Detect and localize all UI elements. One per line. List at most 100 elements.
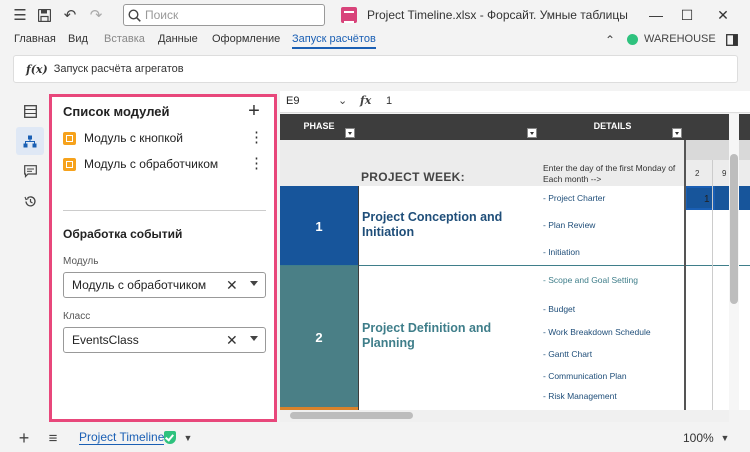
module-field-label: Модуль bbox=[63, 256, 99, 267]
dropdown-caret-icon[interactable] bbox=[250, 336, 258, 341]
connection-status[interactable]: WAREHOUSE bbox=[627, 33, 716, 45]
close-icon[interactable]: ✕ bbox=[713, 5, 733, 25]
search-icon bbox=[128, 8, 141, 22]
module-select[interactable]: Модуль с обработчиком ✕ bbox=[63, 272, 266, 298]
search-box[interactable] bbox=[123, 4, 325, 26]
bottom-bar: + ≡ Project Timeline ▼ 100% ▼ bbox=[0, 424, 750, 452]
dropdown-caret-icon[interactable] bbox=[250, 281, 258, 286]
more-options-icon[interactable]: ⋮ bbox=[249, 128, 264, 146]
formula-bar: E9 ⌄ fx 1 bbox=[280, 91, 750, 113]
save-icon[interactable] bbox=[34, 5, 54, 25]
undo-icon[interactable]: ↶ bbox=[60, 5, 80, 25]
class-field-label: Класс bbox=[63, 311, 91, 322]
phase-detail[interactable]: - Work Breakdown Schedule bbox=[543, 327, 651, 337]
module-label: Модуль с обработчиком bbox=[84, 157, 219, 171]
minimize-icon[interactable]: — bbox=[646, 5, 666, 25]
menu-insert[interactable]: Вставка bbox=[104, 33, 145, 45]
table-view-icon[interactable] bbox=[16, 97, 44, 125]
panel-divider bbox=[63, 210, 266, 211]
column-divider bbox=[358, 186, 359, 410]
phase-detail[interactable]: - Risk Management bbox=[543, 391, 617, 401]
zoom-caret-icon[interactable]: ▼ bbox=[715, 428, 735, 448]
redo-icon[interactable]: ↷ bbox=[86, 5, 106, 25]
formula-input[interactable]: 1 bbox=[386, 95, 392, 107]
maximize-icon[interactable]: ☐ bbox=[677, 5, 697, 25]
zoom-level[interactable]: 100% bbox=[683, 431, 714, 445]
horizontal-scrollbar[interactable] bbox=[280, 410, 729, 422]
title-bar: ☰ ↶ ↷ Project Timeline.xlsx - Форсайт. У… bbox=[0, 0, 750, 30]
class-select-value: EventsClass bbox=[72, 333, 139, 347]
vertical-scroll-thumb[interactable] bbox=[730, 154, 738, 304]
blank-header[interactable] bbox=[358, 114, 540, 140]
phase-detail[interactable]: - Initiation bbox=[543, 247, 580, 257]
spreadsheet-grid[interactable]: PHASE DETAILS PROJECT WEEK: Enter the da… bbox=[280, 114, 750, 410]
project-week-label: PROJECT WEEK: bbox=[361, 170, 465, 184]
run-aggregates-button[interactable]: Запуск расчёта агрегатов bbox=[54, 63, 184, 75]
chevron-down-icon[interactable]: ⌄ bbox=[338, 94, 347, 107]
collapse-ribbon-icon[interactable]: ⌃ bbox=[600, 30, 620, 50]
sheet-tab[interactable]: Project Timeline bbox=[79, 430, 165, 445]
clear-icon[interactable]: ✕ bbox=[226, 332, 238, 349]
function-icon: f(x) bbox=[26, 62, 48, 76]
events-section-title: Обработка событий bbox=[63, 227, 183, 241]
spreadsheet-app-icon bbox=[341, 7, 357, 23]
module-select-value: Модуль с обработчиком bbox=[72, 278, 207, 292]
menu-format[interactable]: Оформление bbox=[212, 33, 280, 45]
add-module-button[interactable]: + bbox=[244, 100, 264, 123]
sheet-list-icon[interactable]: ≡ bbox=[43, 428, 63, 448]
phase-name[interactable]: Project Conception and Initiation bbox=[362, 210, 532, 240]
selected-cell-value: 1 bbox=[704, 194, 710, 205]
filter-dropdown-icon[interactable] bbox=[672, 128, 682, 138]
phase-number-cell[interactable]: 1 bbox=[280, 186, 358, 266]
menu-view[interactable]: Вид bbox=[68, 33, 88, 45]
month-band bbox=[685, 140, 750, 160]
filter-dropdown-icon[interactable] bbox=[345, 128, 355, 138]
module-handler-icon bbox=[63, 157, 76, 171]
clear-icon[interactable]: ✕ bbox=[226, 277, 238, 294]
function-icon[interactable]: fx bbox=[360, 94, 371, 107]
module-list-item[interactable]: Модуль с обработчиком ⋮ bbox=[63, 154, 268, 174]
menu-run-calculations[interactable]: Запуск расчётов bbox=[292, 33, 376, 49]
module-list-item[interactable]: Модуль с кнопкой ⋮ bbox=[63, 128, 268, 148]
grid-line bbox=[712, 160, 713, 410]
menu-data[interactable]: Данные bbox=[158, 33, 198, 45]
day-number: 9 bbox=[722, 169, 727, 178]
module-label: Модуль с кнопкой bbox=[84, 131, 184, 145]
comments-icon[interactable] bbox=[16, 157, 44, 185]
phase-detail[interactable]: - Scope and Goal Setting bbox=[543, 275, 638, 285]
filter-dropdown-icon[interactable] bbox=[527, 128, 537, 138]
connection-name: WAREHOUSE bbox=[644, 33, 716, 45]
search-input[interactable] bbox=[145, 8, 315, 22]
add-sheet-icon[interactable]: + bbox=[14, 428, 34, 448]
ribbon-toolbar: f(x) Запуск расчёта агрегатов bbox=[13, 55, 738, 83]
phase-number-cell[interactable]: 2 bbox=[280, 266, 358, 408]
selected-cell[interactable]: 1 bbox=[685, 186, 715, 210]
connection-status-icon bbox=[627, 33, 638, 45]
phase-header-label: PHASE bbox=[303, 121, 335, 131]
side-panel-toggle-icon[interactable] bbox=[722, 30, 742, 50]
sheet-menu-caret-icon[interactable]: ▼ bbox=[178, 428, 198, 448]
phase-detail[interactable]: - Gantt Chart bbox=[543, 349, 592, 359]
phase-header[interactable]: PHASE bbox=[280, 114, 358, 140]
phase-name[interactable]: Project Definition and Planning bbox=[362, 321, 532, 351]
week-instructions: Enter the day of the first Monday of Eac… bbox=[543, 163, 676, 184]
modules-hierarchy-icon[interactable] bbox=[16, 127, 44, 155]
history-icon[interactable] bbox=[16, 187, 44, 215]
menu-home[interactable]: Главная bbox=[14, 33, 56, 45]
module-icon bbox=[63, 131, 76, 145]
timeline-header bbox=[685, 114, 750, 140]
modules-panel: Список модулей + Модуль с кнопкой ⋮ Моду… bbox=[49, 94, 277, 422]
cell-reference[interactable]: E9 bbox=[286, 95, 299, 107]
phase-detail[interactable]: - Budget bbox=[543, 304, 575, 314]
phase-detail[interactable]: - Plan Review bbox=[543, 220, 595, 230]
vertical-scrollbar[interactable] bbox=[729, 114, 739, 410]
horizontal-scroll-thumb[interactable] bbox=[290, 412, 413, 419]
phase-detail[interactable]: - Communication Plan bbox=[543, 371, 627, 381]
more-options-icon[interactable]: ⋮ bbox=[249, 154, 264, 172]
class-select[interactable]: EventsClass ✕ bbox=[63, 327, 266, 353]
phase-detail[interactable]: - Project Charter bbox=[543, 193, 605, 203]
timeline-divider bbox=[684, 140, 686, 410]
panel-title: Список модулей bbox=[63, 104, 170, 119]
details-header[interactable]: DETAILS bbox=[540, 114, 685, 140]
hamburger-menu-icon[interactable]: ☰ bbox=[10, 5, 30, 25]
